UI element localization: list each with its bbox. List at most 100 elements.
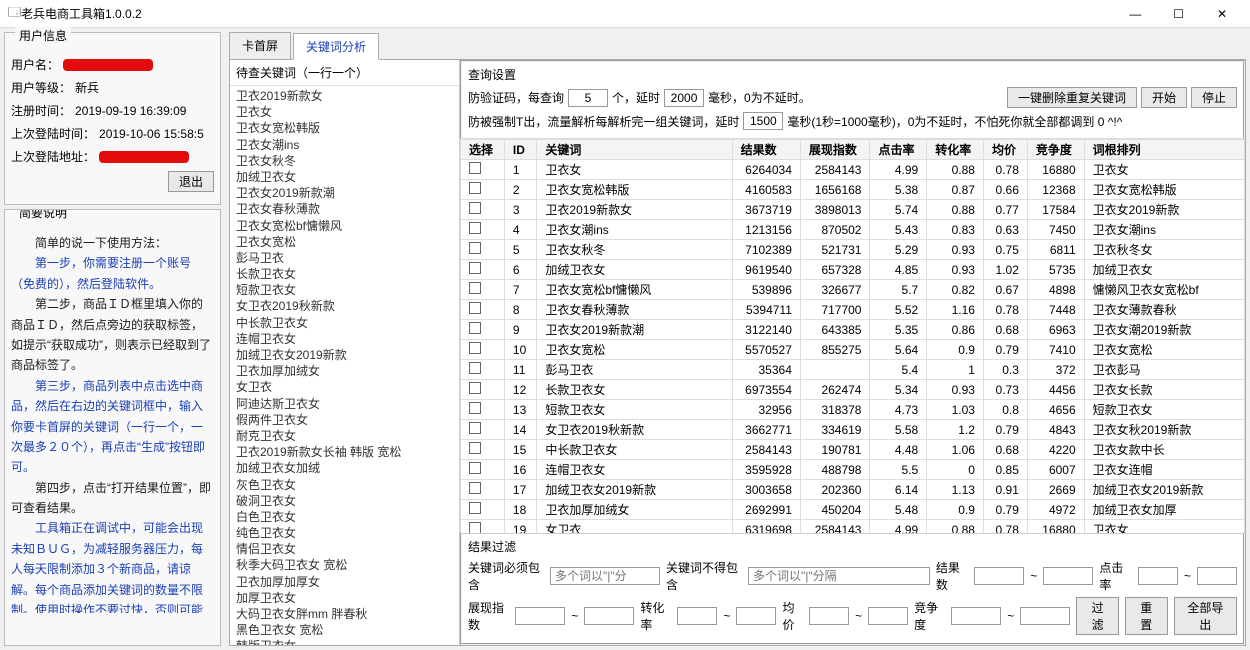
- table-row[interactable]: 5卫衣女秋冬71023895217315.290.930.756811卫衣秋冬女: [461, 240, 1245, 260]
- row-checkbox[interactable]: [469, 302, 481, 314]
- table-row[interactable]: 16连帽卫衣女35959284887985.500.856007卫衣女连帽: [461, 460, 1245, 480]
- reset-button[interactable]: 重置: [1125, 597, 1168, 635]
- col-header[interactable]: 点击率: [870, 140, 927, 160]
- keyword-list[interactable]: 卫衣2019新款女卫衣女卫衣女宽松韩版卫衣女潮ins卫衣女秋冬加绒卫衣女卫衣女2…: [230, 86, 459, 645]
- results-table-wrap[interactable]: 选择ID关键词结果数展现指数点击率转化率均价竞争度词根排列 1卫衣女626403…: [460, 139, 1245, 533]
- resultcount-max[interactable]: [1043, 567, 1093, 585]
- keyword-item[interactable]: 加绒卫衣女加绒: [236, 460, 453, 476]
- keyword-item[interactable]: 卫衣女宽松韩版: [236, 120, 453, 136]
- row-checkbox[interactable]: [469, 262, 481, 274]
- ctr-min[interactable]: [1138, 567, 1178, 585]
- keyword-item[interactable]: 卫衣女宽松: [236, 234, 453, 250]
- row-checkbox[interactable]: [469, 202, 481, 214]
- table-row[interactable]: 13短款卫衣女329563183784.731.030.84656短款卫衣女: [461, 400, 1245, 420]
- logout-button[interactable]: 退出: [168, 171, 214, 192]
- avgprice-min[interactable]: [809, 607, 849, 625]
- table-row[interactable]: 19女卫衣631969825841434.990.880.7816880卫衣女: [461, 520, 1245, 534]
- cvr-max[interactable]: [736, 607, 776, 625]
- table-row[interactable]: 11彭马卫衣353645.410.3372卫衣彭马: [461, 360, 1245, 380]
- impressions-min[interactable]: [515, 607, 565, 625]
- row-checkbox[interactable]: [469, 482, 481, 494]
- table-row[interactable]: 9卫衣女2019新款潮31221406433855.350.860.686963…: [461, 320, 1245, 340]
- row-checkbox[interactable]: [469, 522, 481, 533]
- tab-keyword-analysis[interactable]: 关键词分析: [293, 33, 379, 60]
- row-checkbox[interactable]: [469, 182, 481, 194]
- keyword-item[interactable]: 韩版卫衣女: [236, 638, 453, 645]
- keyword-item[interactable]: 耐克卫衣女: [236, 428, 453, 444]
- row-checkbox[interactable]: [469, 222, 481, 234]
- col-header[interactable]: 选择: [461, 140, 505, 160]
- table-row[interactable]: 3卫衣2019新款女367371938980135.740.880.771758…: [461, 200, 1245, 220]
- col-header[interactable]: 关键词: [537, 140, 732, 160]
- keyword-item[interactable]: 卫衣女春秋薄款: [236, 201, 453, 217]
- dedup-button[interactable]: 一键删除重复关键词: [1007, 87, 1137, 108]
- table-row[interactable]: 6加绒卫衣女96195406573284.850.931.025735加绒卫衣女: [461, 260, 1245, 280]
- row-checkbox[interactable]: [469, 162, 481, 174]
- keyword-item[interactable]: 加绒卫衣女2019新款: [236, 347, 453, 363]
- keyword-item[interactable]: 卫衣加厚加绒女: [236, 363, 453, 379]
- col-header[interactable]: 均价: [983, 140, 1027, 160]
- table-row[interactable]: 17加绒卫衣女2019新款30036582023606.141.130.9126…: [461, 480, 1245, 500]
- must-contain-input[interactable]: [550, 567, 660, 585]
- row-checkbox[interactable]: [469, 462, 481, 474]
- row-checkbox[interactable]: [469, 242, 481, 254]
- keyword-item[interactable]: 假两件卫衣女: [236, 412, 453, 428]
- keyword-item[interactable]: 女卫衣: [236, 379, 453, 395]
- table-row[interactable]: 18卫衣加厚加绒女26929914502045.480.90.794972加绒卫…: [461, 500, 1245, 520]
- minimize-button[interactable]: —: [1115, 7, 1155, 21]
- keyword-item[interactable]: 卫衣2019新款女: [236, 88, 453, 104]
- competition-max[interactable]: [1020, 607, 1070, 625]
- maximize-button[interactable]: ☐: [1159, 7, 1199, 21]
- table-row[interactable]: 7卫衣女宽松bf慵懒风5398963266775.70.820.674898慵懒…: [461, 280, 1245, 300]
- keyword-item[interactable]: 中长款卫衣女: [236, 315, 453, 331]
- row-checkbox[interactable]: [469, 282, 481, 294]
- keyword-item[interactable]: 连帽卫衣女: [236, 331, 453, 347]
- table-row[interactable]: 14女卫衣2019秋新款36627713346195.581.20.794843…: [461, 420, 1245, 440]
- row-checkbox[interactable]: [469, 382, 481, 394]
- keyword-item[interactable]: 破洞卫衣女: [236, 493, 453, 509]
- kick-delay-input[interactable]: [743, 112, 783, 130]
- cvr-min[interactable]: [677, 607, 717, 625]
- table-row[interactable]: 4卫衣女潮ins12131568705025.430.830.637450卫衣女…: [461, 220, 1245, 240]
- table-row[interactable]: 15中长款卫衣女25841431907814.481.060.684220卫衣女…: [461, 440, 1245, 460]
- table-row[interactable]: 8卫衣女春秋薄款53947117177005.521.160.787448卫衣女…: [461, 300, 1245, 320]
- col-header[interactable]: 结果数: [732, 140, 800, 160]
- table-row[interactable]: 10卫衣女宽松55705278552755.640.90.797410卫衣女宽松: [461, 340, 1245, 360]
- tab-card-home[interactable]: 卡首屏: [229, 32, 291, 59]
- keyword-item[interactable]: 彭马卫衣: [236, 250, 453, 266]
- table-row[interactable]: 12长款卫衣女69735542624745.340.930.734456卫衣女长…: [461, 380, 1245, 400]
- keyword-item[interactable]: 加绒卫衣女: [236, 169, 453, 185]
- keyword-item[interactable]: 卫衣女2019新款潮: [236, 185, 453, 201]
- close-button[interactable]: ✕: [1202, 7, 1242, 21]
- col-header[interactable]: 转化率: [927, 140, 984, 160]
- captcha-delay-input[interactable]: [664, 89, 704, 107]
- keyword-item[interactable]: 卫衣2019新款女长袖 韩版 宽松: [236, 444, 453, 460]
- keyword-item[interactable]: 加厚卫衣女: [236, 590, 453, 606]
- keyword-item[interactable]: 阿迪达斯卫衣女: [236, 396, 453, 412]
- table-row[interactable]: 2卫衣女宽松韩版416058316561685.380.870.6612368卫…: [461, 180, 1245, 200]
- row-checkbox[interactable]: [469, 402, 481, 414]
- keyword-item[interactable]: 卫衣女宽松bf慵懒风: [236, 218, 453, 234]
- row-checkbox[interactable]: [469, 322, 481, 334]
- avgprice-max[interactable]: [868, 607, 908, 625]
- export-button[interactable]: 全部导出: [1174, 597, 1237, 635]
- row-checkbox[interactable]: [469, 342, 481, 354]
- keyword-item[interactable]: 黑色卫衣女 宽松: [236, 622, 453, 638]
- filter-button[interactable]: 过滤: [1076, 597, 1119, 635]
- ctr-max[interactable]: [1197, 567, 1237, 585]
- not-contain-input[interactable]: [748, 567, 930, 585]
- resultcount-min[interactable]: [974, 567, 1024, 585]
- start-button[interactable]: 开始: [1141, 87, 1187, 108]
- keyword-item[interactable]: 卫衣女秋冬: [236, 153, 453, 169]
- keyword-item[interactable]: 女卫衣2019秋新款: [236, 298, 453, 314]
- competition-min[interactable]: [951, 607, 1001, 625]
- keyword-item[interactable]: 纯色卫衣女: [236, 525, 453, 541]
- keyword-item[interactable]: 秋季大码卫衣女 宽松: [236, 557, 453, 573]
- keyword-item[interactable]: 灰色卫衣女: [236, 477, 453, 493]
- col-header[interactable]: 展现指数: [800, 140, 870, 160]
- impressions-max[interactable]: [584, 607, 634, 625]
- keyword-item[interactable]: 卫衣女潮ins: [236, 137, 453, 153]
- keyword-item[interactable]: 短款卫衣女: [236, 282, 453, 298]
- row-checkbox[interactable]: [469, 502, 481, 514]
- keyword-item[interactable]: 卫衣女: [236, 104, 453, 120]
